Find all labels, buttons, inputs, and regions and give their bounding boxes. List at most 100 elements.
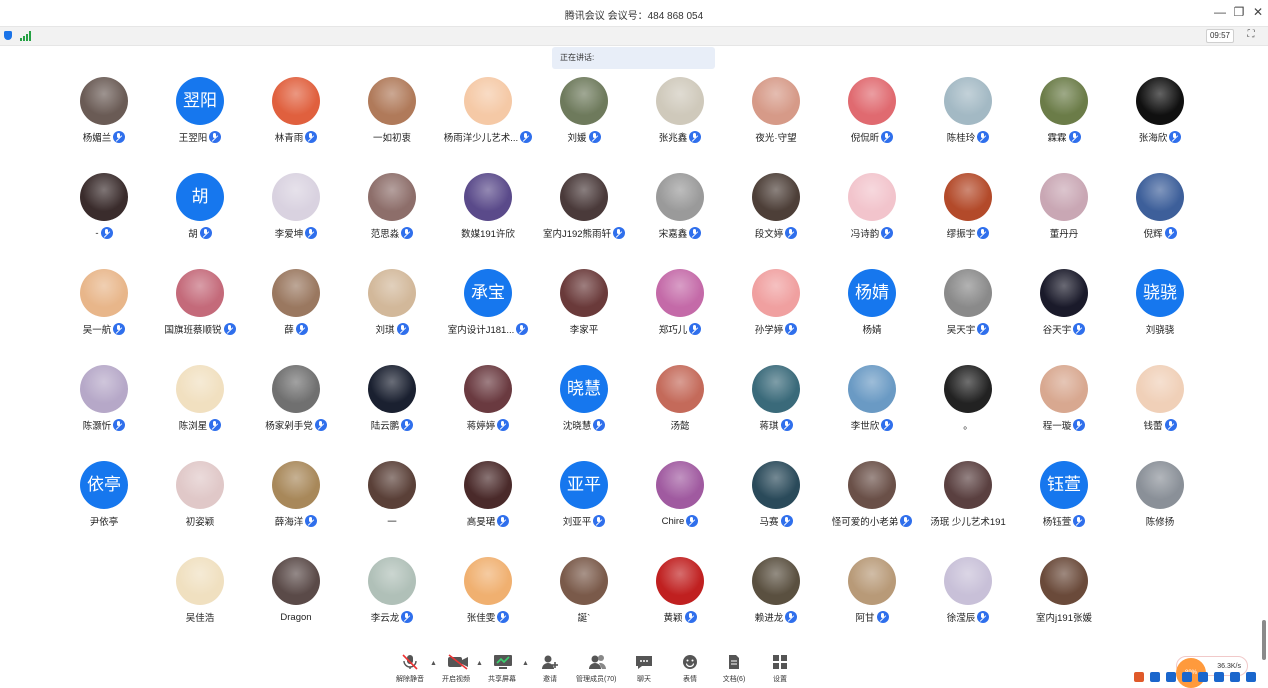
participant-tile[interactable]: 蒋婷婷 bbox=[440, 362, 536, 442]
participant-tile[interactable]: 汤懿 bbox=[632, 362, 728, 442]
participant-tile[interactable]: 誕` bbox=[536, 554, 632, 634]
participant-tile[interactable]: 薛 bbox=[248, 266, 344, 346]
participant-tile[interactable]: 程一璇 bbox=[1016, 362, 1112, 442]
participant-tile[interactable]: 孙学婷 bbox=[728, 266, 824, 346]
participant-tile[interactable]: 钱蕾 bbox=[1112, 362, 1208, 442]
participant-tile[interactable]: 张海欣 bbox=[1112, 74, 1208, 154]
participant-tile[interactable]: 张兆鑫 bbox=[632, 74, 728, 154]
toolbar-docs-button[interactable]: 文档(6) bbox=[714, 654, 754, 686]
participant-tile[interactable]: 缪振宇 bbox=[920, 170, 1016, 250]
toolbar-members-button[interactable]: 管理成员(70) bbox=[576, 654, 616, 686]
participant-tile[interactable]: 吴天宇 bbox=[920, 266, 1016, 346]
participant-tile[interactable]: 陈修扬 bbox=[1112, 458, 1208, 538]
toolbar-share-caret-icon[interactable]: ▲ bbox=[522, 660, 529, 667]
toolbar-mute-button[interactable]: 解除静音 bbox=[390, 654, 430, 686]
participant-tile[interactable]: Chire bbox=[632, 458, 728, 538]
participant-tile[interactable]: 张佳雯 bbox=[440, 554, 536, 634]
skin-icon[interactable] bbox=[1246, 672, 1256, 682]
participant-tile[interactable]: 段文婷 bbox=[728, 170, 824, 250]
keyboard-icon[interactable] bbox=[1214, 672, 1224, 682]
scrollbar-thumb[interactable] bbox=[1262, 620, 1266, 660]
participant-tile[interactable]: 霖霖 bbox=[1016, 74, 1112, 154]
toolbar-invite-button[interactable]: 邀请 bbox=[530, 654, 570, 686]
participant-tile[interactable]: 杨雨洋少儿艺术... bbox=[440, 74, 536, 154]
participant-tile[interactable]: 李世欣 bbox=[824, 362, 920, 442]
participant-tile[interactable]: 一 bbox=[344, 458, 440, 538]
participant-tile[interactable]: 宋嘉鑫 bbox=[632, 170, 728, 250]
participant-tile[interactable]: 室内J192熊雨轩 bbox=[536, 170, 632, 250]
participant-tile[interactable]: 赖进龙 bbox=[728, 554, 824, 634]
participant-tile[interactable]: 钰萱 杨钰萱 bbox=[1016, 458, 1112, 538]
participant-tile[interactable]: 。 bbox=[920, 362, 1016, 442]
participant-tile[interactable]: 翌阳 王翌阳 bbox=[152, 74, 248, 154]
toolbar-chat-button[interactable]: 聊天 bbox=[624, 654, 664, 686]
participant-tile[interactable]: 李云龙 bbox=[344, 554, 440, 634]
punct-icon[interactable] bbox=[1166, 672, 1176, 682]
participant-tile[interactable]: 徐滢辰 bbox=[920, 554, 1016, 634]
participant-tile[interactable]: 吴一航 bbox=[56, 266, 152, 346]
participant-tile[interactable]: 承宝 室内设计J181... bbox=[440, 266, 536, 346]
security-shield-icon[interactable] bbox=[4, 31, 12, 40]
participant-tile[interactable]: 倪侃昕 bbox=[824, 74, 920, 154]
participant-tile[interactable]: 黄颖 bbox=[632, 554, 728, 634]
user-tray-icon[interactable] bbox=[1230, 672, 1240, 682]
participant-tile[interactable]: 陆云鹏 bbox=[344, 362, 440, 442]
mic-muted-icon bbox=[520, 131, 533, 143]
ime-cn-icon[interactable] bbox=[1150, 672, 1160, 682]
emoji-tray-icon[interactable] bbox=[1182, 672, 1192, 682]
participant-tile[interactable]: 陈浏星 bbox=[152, 362, 248, 442]
participant-tile[interactable]: 冯诗韵 bbox=[824, 170, 920, 250]
participant-tile[interactable]: 刘媛 bbox=[536, 74, 632, 154]
participant-tile[interactable]: 晓慧 沈晓慧 bbox=[536, 362, 632, 442]
participant-tile[interactable]: 马赛 bbox=[728, 458, 824, 538]
toolbar-emoji-button[interactable]: 表情 bbox=[670, 654, 710, 686]
toolbar-settings-button[interactable]: 设置 bbox=[760, 654, 800, 686]
participant-tile[interactable]: 谷天宇 bbox=[1016, 266, 1112, 346]
toolbar-video-button[interactable]: 开启视频 bbox=[436, 654, 476, 686]
participant-tile[interactable]: 倪辉 bbox=[1112, 170, 1208, 250]
restore-button[interactable]: ❐ bbox=[1230, 4, 1248, 20]
participant-tile[interactable]: 怪可爱的小老弟 bbox=[824, 458, 920, 538]
participant-tile[interactable]: 董丹丹 bbox=[1016, 170, 1112, 250]
participant-tile[interactable]: 国旗班蔡顺锐 bbox=[152, 266, 248, 346]
minimize-button[interactable]: — bbox=[1211, 4, 1229, 20]
participant-tile[interactable]: 李爱坤 bbox=[248, 170, 344, 250]
fullscreen-icon[interactable]: ⛶ bbox=[1244, 29, 1258, 43]
participant-tile[interactable]: 林青雨 bbox=[248, 74, 344, 154]
toolbar-share-button[interactable]: 共享屏幕 bbox=[482, 654, 522, 686]
participant-tile[interactable]: 骁骁 刘骁骁 bbox=[1112, 266, 1208, 346]
participant-tile[interactable]: 陈灏忻 bbox=[56, 362, 152, 442]
participant-tile[interactable]: 蒋琪 bbox=[728, 362, 824, 442]
participant-tile[interactable]: 杨婧 杨婧 bbox=[824, 266, 920, 346]
participant-name-row: 蒋琪 bbox=[728, 418, 824, 432]
participant-name: 陈浏星 bbox=[178, 421, 208, 432]
toolbar-label: 设置 bbox=[773, 676, 787, 683]
participant-tile[interactable]: 范思淼 bbox=[344, 170, 440, 250]
participant-tile[interactable]: 薛海洋 bbox=[248, 458, 344, 538]
participant-name: 吴天宇 bbox=[946, 325, 976, 336]
participant-tile[interactable]: 依亭 尹依亭 bbox=[56, 458, 152, 538]
participant-tile[interactable]: 胡胡 bbox=[152, 170, 248, 250]
participant-tile[interactable]: 阿甘 bbox=[824, 554, 920, 634]
participant-tile[interactable]: 夜光·守望 bbox=[728, 74, 824, 154]
mic-tray-icon[interactable] bbox=[1198, 672, 1208, 682]
participant-tile[interactable]: 一如初衷 bbox=[344, 74, 440, 154]
ime-logo-icon[interactable] bbox=[1134, 672, 1144, 682]
participant-tile[interactable]: 郑巧儿 bbox=[632, 266, 728, 346]
close-button[interactable]: ✕ bbox=[1249, 4, 1267, 20]
participant-tile[interactable]: 吴佳浩 bbox=[152, 554, 248, 634]
participant-tile[interactable]: 高旻珺 bbox=[440, 458, 536, 538]
participant-tile[interactable]: Dragon bbox=[248, 554, 344, 634]
participant-tile[interactable]: 亚平 刘亚平 bbox=[536, 458, 632, 538]
participant-tile[interactable]: 李家平 bbox=[536, 266, 632, 346]
participant-tile[interactable]: 刘琪 bbox=[344, 266, 440, 346]
participant-tile[interactable]: 杨家剁手党 bbox=[248, 362, 344, 442]
participant-tile[interactable]: 杨媚兰 bbox=[56, 74, 152, 154]
participant-tile[interactable]: - bbox=[56, 170, 152, 250]
participant-tile[interactable]: 室内j191张媛 bbox=[1016, 554, 1112, 634]
participant-tile[interactable]: 初姿颖 bbox=[152, 458, 248, 538]
participant-tile[interactable]: 数媒191许欣 bbox=[440, 170, 536, 250]
participant-tile[interactable]: 汤珉 少儿艺术191 bbox=[920, 458, 1016, 538]
participant-tile[interactable]: 陈桂玲 bbox=[920, 74, 1016, 154]
network-signal-icon[interactable] bbox=[20, 31, 32, 41]
